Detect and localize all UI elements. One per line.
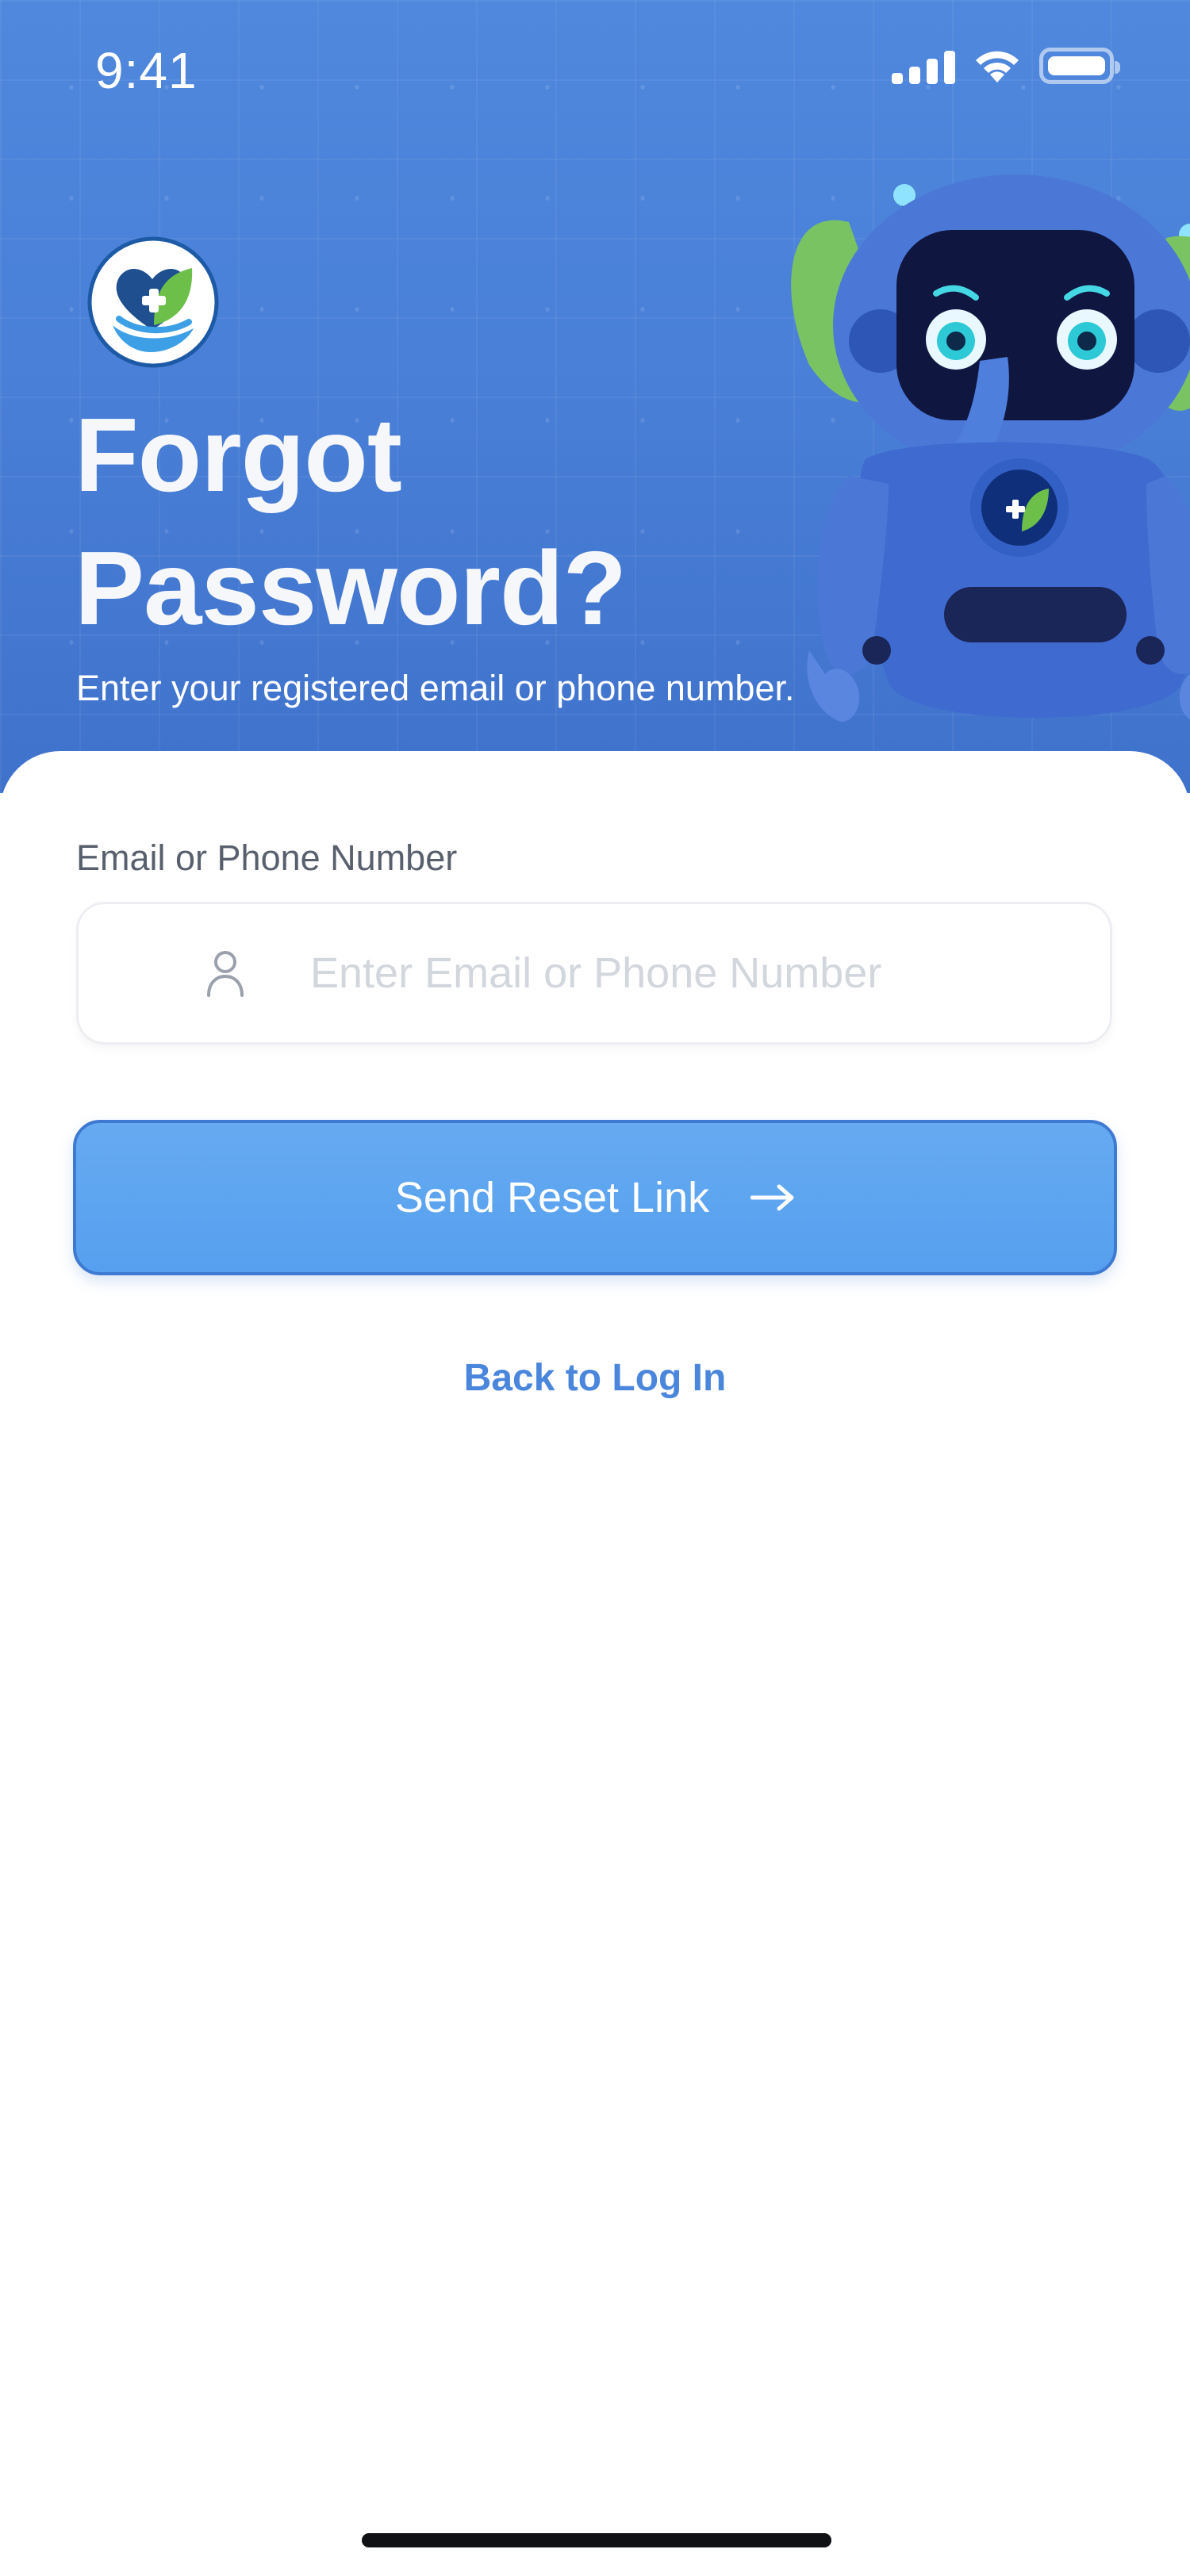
arrow-right-icon <box>750 1184 794 1211</box>
send-reset-link-button[interactable]: Send Reset Link <box>73 1120 1117 1275</box>
header-background: 9:41 Forgot Password? Enter your registe… <box>0 0 1190 793</box>
page-subtitle: Enter your registered email or phone num… <box>76 668 795 708</box>
back-to-login-link[interactable]: Back to Log In <box>0 1356 1190 1400</box>
email-phone-label: Email or Phone Number <box>76 838 458 878</box>
email-phone-field[interactable] <box>76 902 1112 1045</box>
forgot-password-screen: 9:41 Forgot Password? Enter your registe… <box>0 0 1190 2576</box>
home-indicator <box>362 2533 831 2547</box>
robot-elephant-mascot <box>791 174 1190 722</box>
page-title: Forgot Password? <box>75 389 789 655</box>
battery-icon <box>1039 48 1120 84</box>
title-line-2: Password? <box>75 530 627 646</box>
email-phone-input[interactable] <box>309 948 1105 999</box>
user-icon <box>207 951 244 997</box>
status-icons <box>892 48 1120 84</box>
status-time: 9:41 <box>95 42 198 99</box>
wifi-icon <box>976 51 1019 82</box>
heart-leaf-hand-logo-icon <box>87 236 219 368</box>
send-reset-link-label: Send Reset Link <box>394 1174 710 1221</box>
cellular-signal-icon <box>892 48 955 84</box>
title-line-1: Forgot <box>75 397 402 513</box>
